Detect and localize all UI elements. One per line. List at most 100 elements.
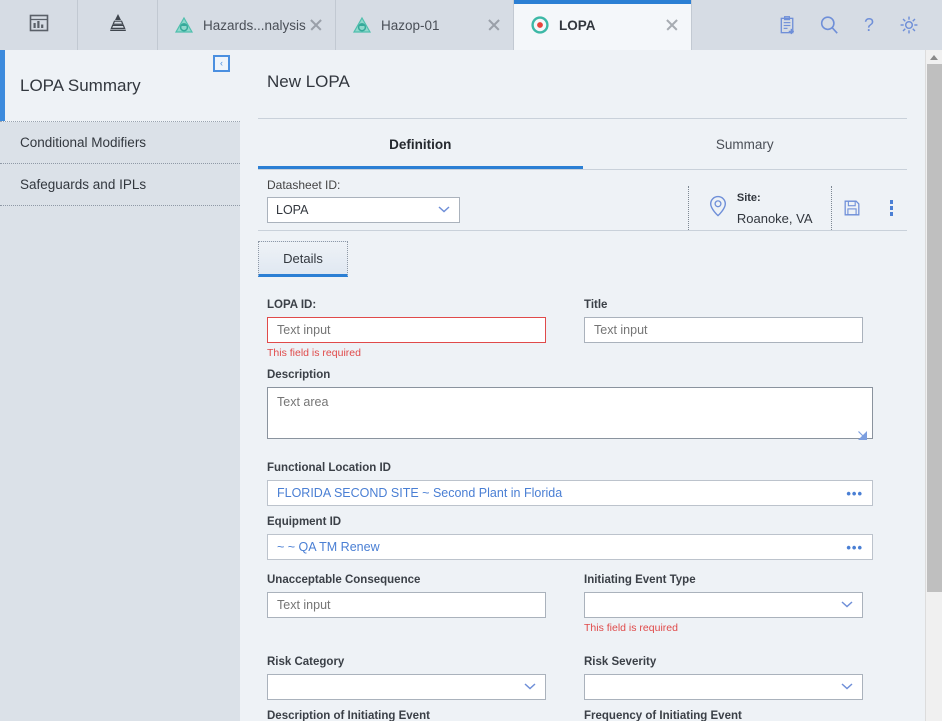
browse-ellipsis-icon[interactable]: ••• (846, 486, 863, 501)
risk-severity-select[interactable] (584, 674, 863, 700)
lopa-definition-form: LOPA ID: This field is required Title De… (240, 277, 925, 721)
functional-location-id-value: FLORIDA SECOND SITE ~ Second Plant in Fl… (277, 486, 563, 500)
field-equipment-id: Equipment ID ~ ~ QA TM Renew ••• (267, 516, 873, 560)
scrollbar-thumb[interactable] (927, 64, 942, 592)
sidebar-item-conditional-modifiers[interactable]: Conditional Modifiers (0, 122, 240, 164)
field-label: Initiating Event Type (584, 574, 696, 586)
top-tab-bar: Hazards...nalysis Hazop-01 LOPA ? (0, 0, 942, 50)
tab-label: Definition (389, 136, 452, 152)
datasheet-selector-group: Datasheet ID: LOPA (258, 178, 460, 223)
description-textarea[interactable] (267, 387, 873, 439)
sidebar-item-safeguards-and-ipls[interactable]: Safeguards and IPLs (0, 164, 240, 206)
field-description-of-initiating-event: Description of Initiating Event (267, 710, 546, 721)
field-risk-category: Risk Category (267, 656, 546, 700)
tab-label: Hazop-01 (381, 17, 440, 33)
sidebar-header: LOPA Summary ‹ (0, 50, 240, 122)
field-label: Functional Location ID (267, 462, 391, 474)
form-row-initiating-event-details: Description of Initiating Event Frequenc… (267, 710, 907, 721)
field-label: Unacceptable Consequence (267, 574, 421, 586)
chevron-down-icon (437, 203, 451, 217)
title-input[interactable] (584, 317, 863, 343)
chevron-down-icon (840, 680, 854, 694)
field-label: Description of Initiating Event (267, 710, 430, 721)
tab-label: Details (283, 250, 323, 266)
field-lopa-id: LOPA ID: This field is required (267, 299, 546, 359)
browse-ellipsis-icon[interactable]: ••• (846, 540, 863, 555)
arrow-up-icon (930, 54, 938, 60)
vertical-scrollbar[interactable] (925, 50, 942, 721)
field-label: Frequency of Initiating Event (584, 710, 742, 721)
equipment-id-field[interactable]: ~ ~ QA TM Renew ••• (267, 534, 873, 560)
search-icon[interactable] (818, 14, 840, 36)
field-label: Risk Severity (584, 656, 657, 668)
field-description: Description (267, 369, 873, 444)
form-row-id-title: LOPA ID: This field is required Title (267, 299, 907, 359)
field-label: Description (267, 369, 331, 381)
field-label: Title (584, 299, 608, 311)
chevron-down-icon (840, 598, 854, 612)
datasheet-select[interactable]: LOPA (267, 197, 460, 223)
site-info: Site: Roanoke, VA (687, 186, 832, 230)
field-label: Equipment ID (267, 516, 342, 528)
hazard-triangle-icon (352, 15, 372, 35)
close-icon[interactable] (663, 16, 681, 34)
datasheet-row: Datasheet ID: LOPA Site: Roanoke, VA (258, 169, 907, 230)
svg-text:?: ? (864, 15, 874, 35)
tab-hazop-01[interactable]: Hazop-01 (336, 0, 514, 50)
details-tab-row: Details (258, 231, 907, 277)
tab-hazards-analysis[interactable]: Hazards...nalysis (158, 0, 336, 50)
sidebar-empty-area (0, 206, 240, 721)
tab-label: Hazards...nalysis (203, 17, 306, 33)
scroll-up-button[interactable] (926, 50, 942, 64)
field-label: Risk Category (267, 656, 345, 668)
hazard-triangle-icon (174, 15, 194, 35)
datasheet-actions: Site: Roanoke, VA (687, 178, 908, 230)
sidebar-item-label: Safeguards and IPLs (20, 177, 147, 192)
datasheet-value: LOPA (276, 203, 309, 217)
kebab-menu-icon[interactable] (872, 200, 908, 216)
initiating-event-type-select[interactable] (584, 592, 863, 618)
unacceptable-consequence-input[interactable] (267, 592, 546, 618)
tab-lopa[interactable]: LOPA (514, 0, 692, 50)
form-row-description: Description (267, 369, 907, 444)
dashboard-icon-button[interactable] (0, 0, 78, 50)
field-initiating-event-type: Initiating Event Type This field is requ… (584, 574, 863, 634)
dashboard-icon (28, 12, 50, 39)
chevron-down-icon (523, 680, 537, 694)
form-row-consequence-event: Unacceptable Consequence Initiating Even… (267, 574, 907, 634)
main-panel: New LOPA Definition Summary Datasheet ID… (240, 50, 925, 721)
gear-icon[interactable] (898, 14, 920, 36)
sidebar-item-label: Conditional Modifiers (20, 135, 147, 150)
field-functional-location-id: Functional Location ID FLORIDA SECOND SI… (267, 462, 873, 506)
help-icon[interactable]: ? (860, 14, 878, 36)
tab-details[interactable]: Details (258, 241, 348, 277)
equipment-id-value: ~ ~ QA TM Renew (277, 540, 380, 554)
form-row-equipment: Equipment ID ~ ~ QA TM Renew ••• (267, 516, 907, 560)
site-key: Site: (736, 192, 761, 205)
lopa-id-input[interactable] (267, 317, 546, 343)
form-row-functional-location: Functional Location ID FLORIDA SECOND SI… (267, 462, 907, 506)
clipboard-add-icon[interactable] (777, 15, 798, 36)
tab-definition[interactable]: Definition (258, 119, 583, 169)
save-icon[interactable] (832, 198, 872, 218)
pyramid-icon (106, 11, 130, 40)
collapse-sidebar-button[interactable]: ‹ (213, 55, 230, 72)
lopa-id-error: This field is required (267, 347, 361, 359)
field-frequency-of-initiating-event: Frequency of Initiating Event (584, 710, 863, 721)
initiating-event-type-error: This field is required (584, 622, 678, 634)
close-icon[interactable] (307, 16, 325, 34)
toolbar-right: ? (761, 0, 942, 50)
field-title: Title (584, 299, 863, 359)
page-title: New LOPA (267, 72, 350, 91)
datasheet-label: Datasheet ID: (267, 178, 341, 192)
sidebar-title: LOPA Summary (20, 75, 141, 95)
close-icon[interactable] (485, 16, 503, 34)
tab-label: LOPA (559, 17, 596, 33)
main-tabs: Definition Summary (258, 118, 907, 169)
form-row-risk: Risk Category Risk Severity (267, 656, 907, 700)
field-risk-severity: Risk Severity (584, 656, 863, 700)
risk-category-select[interactable] (267, 674, 546, 700)
pyramid-icon-button[interactable] (78, 0, 158, 50)
functional-location-id-field[interactable]: FLORIDA SECOND SITE ~ Second Plant in Fl… (267, 480, 873, 506)
tab-summary[interactable]: Summary (583, 119, 908, 169)
